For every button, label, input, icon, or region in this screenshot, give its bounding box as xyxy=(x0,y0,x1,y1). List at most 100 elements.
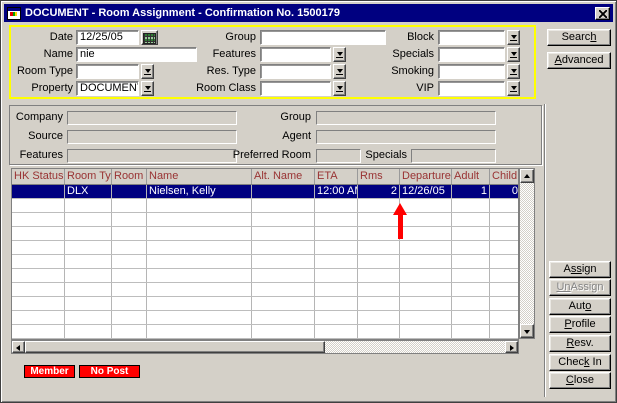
specials-label: Specials xyxy=(386,47,434,62)
horizontal-scrollbar[interactable] xyxy=(11,340,519,354)
vertical-scrollbar[interactable] xyxy=(519,168,535,339)
window-title: DOCUMENT - Room Assignment - Confirmatio… xyxy=(25,7,340,19)
table-row[interactable] xyxy=(12,311,518,325)
col-rms[interactable]: Rms xyxy=(358,169,400,184)
agent-field xyxy=(316,130,496,144)
group-label: Group xyxy=(176,30,256,45)
table-row[interactable] xyxy=(12,199,518,213)
resv-button[interactable]: Resv. xyxy=(549,335,611,352)
table-row[interactable] xyxy=(12,255,518,269)
preferred-room-label: Preferred Room xyxy=(226,148,311,163)
table-row-selected[interactable]: DLX Nielsen, Kelly 12:00 AM 2 12/26/05 1… xyxy=(12,185,518,199)
cell-room xyxy=(112,185,147,198)
cell-rms: 2 xyxy=(358,185,400,198)
calendar-icon[interactable] xyxy=(141,30,158,45)
res-type-dropdown-icon[interactable] xyxy=(333,64,346,79)
room-type-label: Room Type xyxy=(11,64,73,79)
table-row[interactable] xyxy=(12,227,518,241)
agent-label: Agent xyxy=(226,129,311,144)
no-post-badge: No Post xyxy=(79,365,140,378)
preferred-room-field xyxy=(316,149,361,163)
source-label: Source xyxy=(11,129,63,144)
close-icon[interactable] xyxy=(595,7,610,20)
unassign-button: UnAssign xyxy=(549,279,611,296)
features-dropdown-icon[interactable] xyxy=(333,47,346,62)
col-child[interactable]: Child xyxy=(490,169,520,184)
specials-field xyxy=(411,149,496,163)
col-hk-status[interactable]: HK Status xyxy=(12,169,65,184)
group-input[interactable] xyxy=(260,30,386,45)
table-row[interactable] xyxy=(12,297,518,311)
col-name[interactable]: Name xyxy=(147,169,252,184)
room-class-label: Room Class xyxy=(176,81,256,96)
smoking-dropdown-icon[interactable] xyxy=(507,64,520,79)
property-label: Property xyxy=(11,81,73,96)
cell-adult: 1 xyxy=(452,185,490,198)
table-row[interactable] xyxy=(12,241,518,255)
specials-info-label: Specials xyxy=(365,148,407,163)
table-row[interactable] xyxy=(12,325,518,339)
vip-input[interactable] xyxy=(438,81,505,96)
profile-button[interactable]: Profile xyxy=(549,316,611,333)
source-field xyxy=(67,130,237,144)
advanced-button[interactable]: Advanced xyxy=(547,52,611,69)
scroll-up-icon[interactable] xyxy=(520,169,534,183)
cell-child: 0 xyxy=(490,185,520,198)
features-field xyxy=(67,149,237,163)
room-type-dropdown-icon[interactable] xyxy=(141,64,154,79)
property-dropdown-icon[interactable] xyxy=(141,81,154,96)
col-eta[interactable]: ETA xyxy=(315,169,358,184)
table-row[interactable] xyxy=(12,269,518,283)
vip-label: VIP xyxy=(386,81,434,96)
res-type-input[interactable] xyxy=(260,64,331,79)
check-in-button[interactable]: Check In xyxy=(549,354,611,371)
date-input[interactable]: 12/25/05 xyxy=(76,30,139,45)
table-row[interactable] xyxy=(12,213,518,227)
scrollbar-thumb[interactable] xyxy=(25,341,325,353)
search-button[interactable]: Search xyxy=(547,29,611,46)
smoking-input[interactable] xyxy=(438,64,505,79)
specials-dropdown-icon[interactable] xyxy=(507,47,520,62)
scroll-left-icon[interactable] xyxy=(12,341,25,353)
cell-name: Nielsen, Kelly xyxy=(147,185,252,198)
col-room-type[interactable]: Room Type xyxy=(65,169,112,184)
group-field xyxy=(316,111,496,125)
company-label: Company xyxy=(11,110,63,125)
cell-departure: 12/26/05 xyxy=(400,185,452,198)
table-row[interactable] xyxy=(12,283,518,297)
close-button[interactable]: Close xyxy=(549,372,611,389)
room-class-input[interactable] xyxy=(260,81,331,96)
cell-hk-status xyxy=(12,185,65,198)
room-type-input[interactable] xyxy=(76,64,139,79)
scroll-right-icon[interactable] xyxy=(505,341,518,353)
cell-alt-name xyxy=(252,185,315,198)
cell-room-type: DLX xyxy=(65,185,112,198)
date-label: Date xyxy=(11,30,73,45)
block-label: Block xyxy=(386,30,434,45)
annotation-arrow-stem xyxy=(398,214,403,239)
room-assignment-window: DOCUMENT - Room Assignment - Confirmatio… xyxy=(0,0,617,403)
app-icon xyxy=(7,7,21,20)
results-grid: HK Status Room Type Room Name Alt. Name … xyxy=(11,168,519,340)
col-room[interactable]: Room xyxy=(112,169,147,184)
features-input[interactable] xyxy=(260,47,331,62)
block-input[interactable] xyxy=(438,30,505,45)
group-info-label: Group xyxy=(226,110,311,125)
specials-input[interactable] xyxy=(438,47,505,62)
auto-button[interactable]: Auto xyxy=(549,298,611,315)
property-input[interactable]: DOCUMENT xyxy=(76,81,139,96)
assign-button[interactable]: Assign xyxy=(549,261,611,278)
block-dropdown-icon[interactable] xyxy=(507,30,520,45)
features-info-label: Features xyxy=(11,148,63,163)
button-panel-divider xyxy=(544,104,546,397)
col-adult[interactable]: Adult xyxy=(452,169,490,184)
col-alt-name[interactable]: Alt. Name xyxy=(252,169,315,184)
title-bar: DOCUMENT - Room Assignment - Confirmatio… xyxy=(4,4,613,22)
member-badge: Member xyxy=(24,365,75,378)
col-departure[interactable]: Departure xyxy=(400,169,452,184)
scroll-down-icon[interactable] xyxy=(520,324,534,338)
grid-header-row: HK Status Room Type Room Name Alt. Name … xyxy=(12,169,518,185)
smoking-label: Smoking xyxy=(386,64,434,79)
vip-dropdown-icon[interactable] xyxy=(507,81,520,96)
room-class-dropdown-icon[interactable] xyxy=(333,81,346,96)
